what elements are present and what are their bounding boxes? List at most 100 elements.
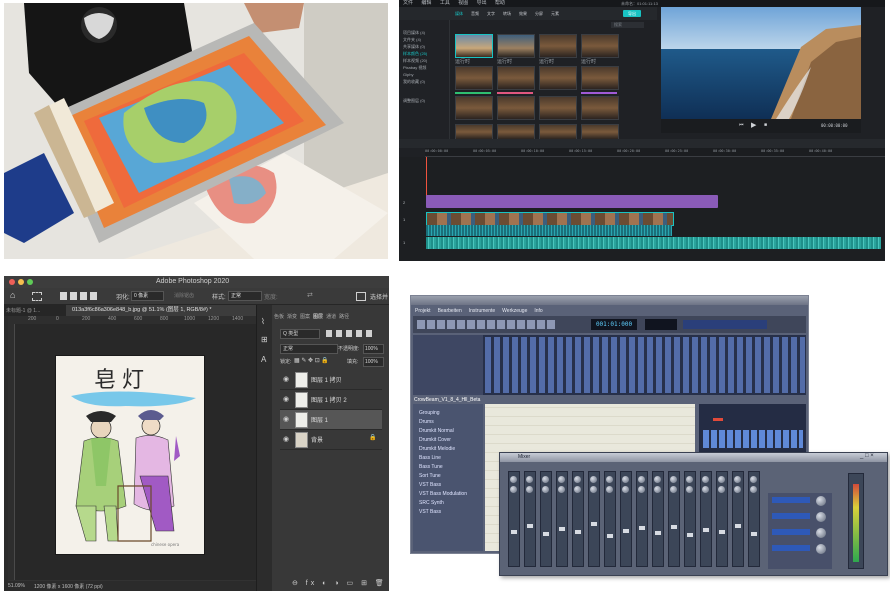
mixer-channel[interactable] — [716, 471, 728, 567]
mixer-channel[interactable] — [652, 471, 664, 567]
track-name[interactable]: Sort Tune — [419, 473, 441, 479]
feather-input[interactable]: 0 像素 — [131, 291, 164, 301]
media-thumbnail[interactable] — [581, 96, 619, 120]
tab-effects[interactable]: 效果 — [519, 11, 527, 16]
tab-split-screen[interactable]: 分屏 — [535, 11, 543, 16]
sidebar-item[interactable]: 项目媒体 (4) — [403, 30, 425, 36]
media-thumbnail[interactable] — [581, 34, 619, 58]
menu-item[interactable]: Projekt — [415, 308, 431, 314]
mixer-channel[interactable] — [556, 471, 568, 567]
sidebar-item[interactable]: 我的收藏 (0) — [403, 79, 425, 85]
previous-icon[interactable]: ⏮ — [739, 122, 744, 128]
track-name[interactable]: Bass Line — [419, 455, 441, 461]
mixer-channel[interactable] — [588, 471, 600, 567]
brush-settings-icon[interactable]: ⌇ — [261, 317, 265, 326]
tab-channels[interactable]: 通道 — [326, 314, 336, 320]
window-controls[interactable]: _ □ × — [860, 453, 874, 459]
playhead[interactable] — [426, 157, 427, 197]
menu-item[interactable]: Werkzeuge — [502, 308, 527, 314]
mixer-channel[interactable] — [748, 471, 760, 567]
media-thumbnail[interactable] — [497, 34, 535, 58]
minimize-dot[interactable] — [18, 279, 24, 285]
sidebar-item[interactable]: 文件夹 (4) — [403, 37, 421, 43]
track-name[interactable]: Drumkit Normal — [419, 428, 454, 434]
visibility-eye-icon[interactable]: ◉ — [283, 415, 289, 423]
zoom-level[interactable]: 51.09% — [8, 583, 25, 589]
mixer-channel[interactable] — [524, 471, 536, 567]
sidebar-item[interactable]: Pixabay 视频 — [403, 65, 426, 71]
sidebar-footer[interactable]: 调整图层 (0) — [403, 98, 425, 104]
filter-icons[interactable] — [326, 330, 376, 337]
menu-item[interactable]: 编辑 — [421, 0, 431, 6]
visibility-eye-icon[interactable]: ◉ — [283, 435, 289, 443]
menu-item[interactable]: Bearbeiten — [438, 308, 462, 314]
tab-audio[interactable]: 音频 — [471, 11, 479, 16]
effect-slot[interactable] — [772, 513, 810, 519]
mixer-channel[interactable] — [684, 471, 696, 567]
media-thumbnail[interactable] — [455, 66, 493, 90]
style-select[interactable]: 正常 — [228, 291, 262, 301]
tab-paths[interactable]: 路径 — [339, 314, 349, 320]
effect-knob[interactable] — [816, 544, 826, 554]
mixer-channel[interactable] — [508, 471, 520, 567]
sidebar-item[interactable]: Giphy — [403, 72, 413, 77]
track-name[interactable]: VST Bass Modulation — [419, 491, 467, 497]
track-name[interactable]: VST Bass — [419, 509, 441, 515]
layer-row[interactable]: ◉ 背景 🔒 — [280, 430, 382, 450]
media-thumbnail[interactable] — [539, 96, 577, 120]
media-thumbnail[interactable] — [581, 124, 619, 140]
effect-slot[interactable] — [772, 545, 810, 551]
track-name[interactable]: Drumkit Cover — [419, 437, 451, 443]
antialias-checkbox[interactable]: 消除锯齿 — [174, 292, 194, 299]
sidebar-item[interactable]: 共享媒体 (0) — [403, 44, 425, 50]
tab-titles[interactable]: 文字 — [487, 11, 495, 16]
track-name[interactable]: Drumkit Melodie — [419, 446, 455, 452]
home-icon[interactable]: ⌂ — [10, 290, 15, 300]
media-thumbnail[interactable] — [455, 34, 493, 58]
media-thumbnail[interactable] — [497, 96, 535, 120]
layer-row[interactable]: ◉ 图层 1 拷贝 — [280, 370, 382, 390]
media-thumbnail[interactable] — [539, 124, 577, 140]
visibility-eye-icon[interactable]: ◉ — [283, 395, 289, 403]
effect-slot[interactable] — [772, 497, 810, 503]
mixer-channel[interactable] — [636, 471, 648, 567]
selection-mode-icons[interactable] — [60, 292, 100, 300]
swap-icon[interactable]: ⇄ — [307, 291, 313, 299]
stop-icon[interactable]: ■ — [764, 122, 767, 128]
export-button[interactable]: 导出 — [623, 10, 641, 17]
marquee-tool-icon[interactable] — [32, 292, 42, 301]
play-icon[interactable]: ▶ — [751, 121, 756, 129]
menu-item[interactable]: 导出 — [477, 0, 487, 6]
mixer-channel[interactable] — [604, 471, 616, 567]
effect-knob[interactable] — [816, 512, 826, 522]
menu-item[interactable]: 视图 — [458, 0, 468, 6]
tab-layers[interactable]: 图层 — [313, 314, 323, 320]
lock-icons[interactable]: ▦ ✎ ✥ ⊡ 🔒 — [294, 357, 329, 364]
track-name[interactable]: SRC Synth — [419, 500, 444, 506]
blend-mode-select[interactable]: 正常 — [280, 344, 338, 354]
tab-gradients[interactable]: 渐变 — [287, 314, 297, 320]
media-thumbnail[interactable] — [539, 66, 577, 90]
track-name[interactable]: Bass Tune — [419, 464, 443, 470]
select-subject-icon[interactable] — [356, 292, 366, 301]
mixer-channel[interactable] — [540, 471, 552, 567]
document-tab[interactable]: 未标题-1 @ 1... — [6, 307, 61, 314]
tab-transitions[interactable]: 转场 — [503, 11, 511, 16]
mixer-channel[interactable] — [700, 471, 712, 567]
track-name[interactable]: Grouping — [419, 410, 440, 416]
menu-item[interactable]: 工具 — [440, 0, 450, 6]
track-name[interactable]: VST Bass — [419, 482, 441, 488]
media-thumbnail[interactable] — [455, 96, 493, 120]
mixer-channel[interactable] — [732, 471, 744, 567]
media-thumbnail[interactable] — [581, 66, 619, 90]
sidebar-item[interactable]: 样本视频 (20) — [403, 58, 427, 64]
mixer-channel[interactable] — [572, 471, 584, 567]
layer-row[interactable]: ◉ 图层 1 拷贝 2 — [280, 390, 382, 410]
character-icon[interactable]: A — [261, 355, 266, 364]
menu-item[interactable]: 文件 — [403, 0, 413, 6]
maximize-dot[interactable] — [27, 279, 33, 285]
layers-footer-icons[interactable]: ⊖ fx ◐ ◑ ▭ ⊞ 🗑 — [292, 579, 387, 587]
note-block[interactable] — [713, 418, 723, 421]
video-clip[interactable] — [426, 212, 674, 226]
media-thumbnail[interactable] — [455, 124, 493, 140]
